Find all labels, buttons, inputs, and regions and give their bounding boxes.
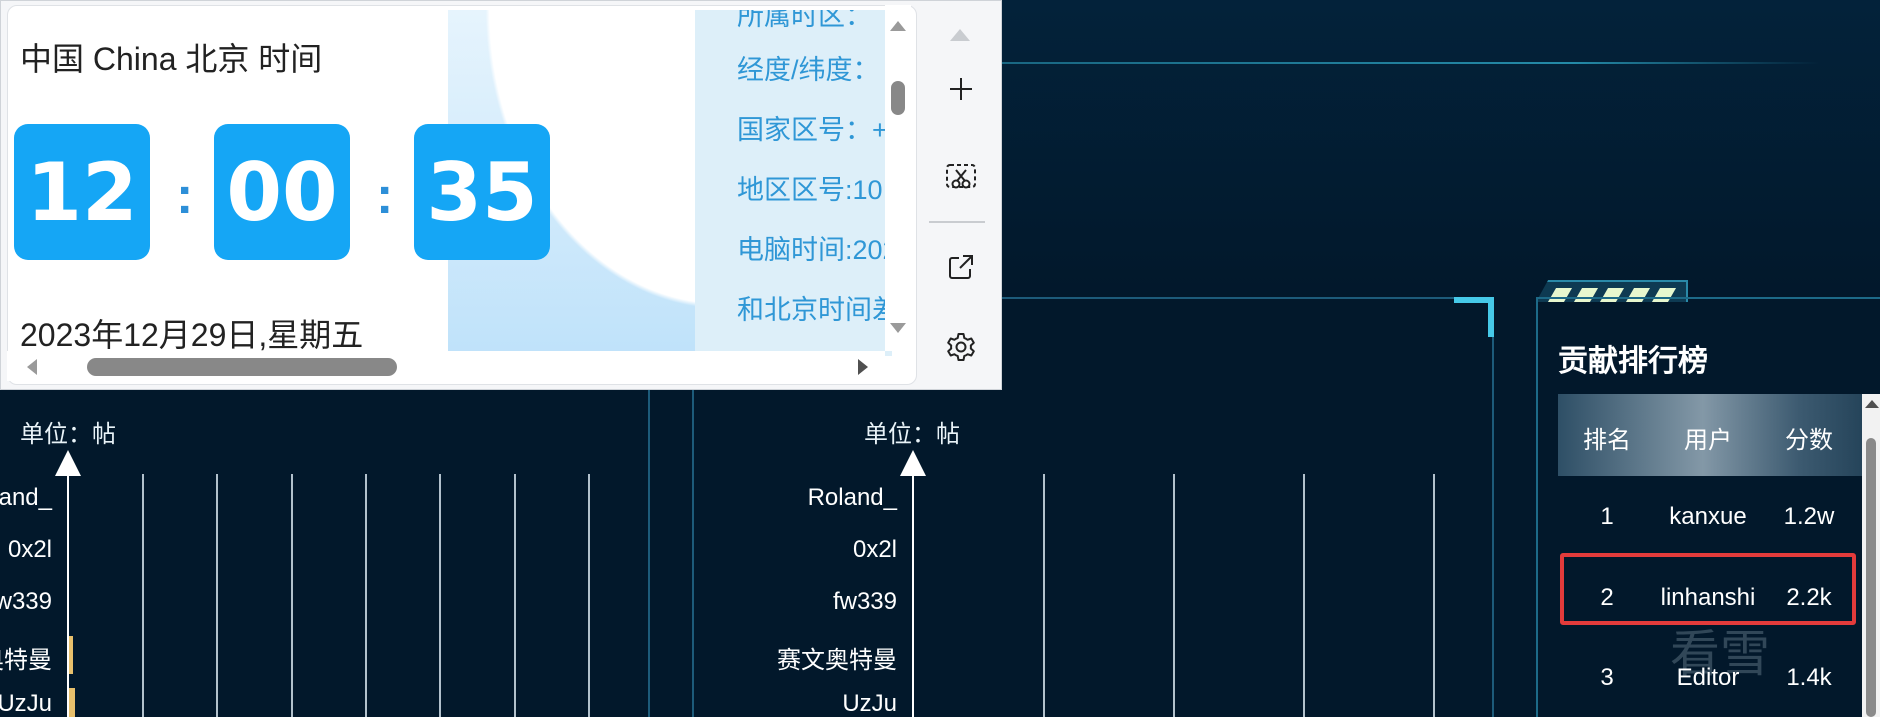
header-divider-line xyxy=(1000,62,1820,64)
scroll-down-arrow-icon[interactable] xyxy=(890,323,906,333)
clock-popup-window: 所属时区： 经度/纬度： 国家区号：+ 地区区号:10 电脑时间:202 和北京… xyxy=(0,0,1002,390)
plus-icon[interactable] xyxy=(941,69,981,109)
ranking-rank-cell: 2 xyxy=(1600,584,1614,611)
vertical-scroll-thumb[interactable] xyxy=(891,81,905,115)
clock-info-panel: 所属时区： 经度/纬度： 国家区号：+ 地区区号:10 电脑时间:202 和北京… xyxy=(695,10,892,356)
middle-chart-grid-line xyxy=(1173,474,1175,717)
left-chart-category-label: 奥特曼 xyxy=(0,647,52,674)
clock-minutes: 00 xyxy=(214,124,350,260)
middle-chart-category-label: Roland_ xyxy=(807,484,897,511)
open-external-icon[interactable] xyxy=(941,247,981,287)
middle-chart-y-axis xyxy=(912,470,914,717)
clock-seconds: 35 xyxy=(414,124,550,260)
panel-corner-decoration xyxy=(1454,297,1494,337)
clock-title: 中国 China 北京 时间 xyxy=(20,41,323,77)
left-chart-grid-line xyxy=(514,474,516,717)
scroll-up-arrow-icon[interactable] xyxy=(890,21,906,31)
info-time-difference: 和北京时间差 xyxy=(737,295,892,325)
ranking-score-cell: 2.2k xyxy=(1786,584,1832,611)
left-chart-category-label: UzJu xyxy=(0,690,52,717)
ranking-user-cell: kanxue xyxy=(1669,503,1747,530)
ranking-column-header: 排名 xyxy=(1583,427,1631,454)
middle-chart-grid-line xyxy=(1043,474,1045,717)
left-chart-bar xyxy=(69,688,75,717)
clock-separator: : xyxy=(176,167,194,225)
info-longitude-latitude: 经度/纬度： xyxy=(737,55,880,85)
gear-icon[interactable] xyxy=(941,327,981,367)
info-area-code: 地区区号:10 xyxy=(737,175,883,205)
clock-date: 2023年12月29日,星期五 xyxy=(20,317,364,353)
toolbar-separator xyxy=(929,221,985,223)
info-computer-time: 电脑时间:202 xyxy=(737,235,892,265)
scroll-right-arrow-icon[interactable] xyxy=(858,359,868,375)
ranking-score-cell: 1.2w xyxy=(1783,503,1835,530)
middle-chart-unit-label: 单位：帖 xyxy=(864,421,960,448)
middle-chart-grid-line xyxy=(1303,474,1305,717)
middle-chart-category-label: UzJu xyxy=(842,690,897,717)
ranking-scroll-up-icon[interactable] xyxy=(1865,400,1879,408)
left-chart-y-axis xyxy=(67,470,69,717)
left-chart-grid-line xyxy=(291,474,293,717)
ranking-user-cell: Editor xyxy=(1676,664,1740,691)
ranking-title: 贡献排行榜 xyxy=(1558,345,1708,378)
left-chart-category-label: and_ xyxy=(0,484,52,511)
info-timezone: 所属时区： xyxy=(737,10,872,31)
middle-chart-category-label: fw339 xyxy=(832,588,897,615)
left-chart-category-label: fw339 xyxy=(0,588,52,615)
middle-chart-category-label: 0x2l xyxy=(852,536,897,563)
left-chart-grid-line xyxy=(216,474,218,717)
clock-separator: : xyxy=(376,167,394,225)
left-chart-grid-line xyxy=(588,474,590,717)
clock-vertical-scrollbar[interactable] xyxy=(885,5,911,351)
ranking-scroll-thumb[interactable] xyxy=(1866,438,1876,717)
left-chart-grid-line xyxy=(142,474,144,717)
middle-chart-category-label: 赛文奥特曼 xyxy=(777,647,897,674)
horizontal-scroll-thumb[interactable] xyxy=(87,358,397,376)
left-chart-unit-label: 单位：帖 xyxy=(20,421,116,448)
left-chart-grid-line xyxy=(365,474,367,717)
middle-chart-grid-line xyxy=(1433,474,1435,717)
left-chart-bar xyxy=(69,636,73,674)
toolbar-scroll-up-icon[interactable] xyxy=(950,29,970,41)
clock-widget: 所属时区： 经度/纬度： 国家区号：+ 地区区号:10 电脑时间:202 和北京… xyxy=(7,5,917,385)
ranking-score-cell: 1.4k xyxy=(1786,664,1832,691)
ranking-rank-cell: 1 xyxy=(1600,503,1614,530)
left-chart-category-label: 0x2l xyxy=(7,536,52,563)
ranking-column-header: 用户 xyxy=(1684,427,1732,454)
left-chart-grid-line xyxy=(439,474,441,717)
info-country-code: 国家区号：+ xyxy=(737,115,888,145)
screenshot-scissor-icon[interactable] xyxy=(941,157,981,197)
dashboard-background xyxy=(1000,0,1880,300)
ranking-column-header: 分数 xyxy=(1785,427,1833,454)
scroll-left-arrow-icon[interactable] xyxy=(27,359,37,375)
ranking-rank-cell: 3 xyxy=(1600,664,1614,691)
ranking-user-cell: linhanshi xyxy=(1660,584,1756,611)
clock-hours: 12 xyxy=(14,124,150,260)
